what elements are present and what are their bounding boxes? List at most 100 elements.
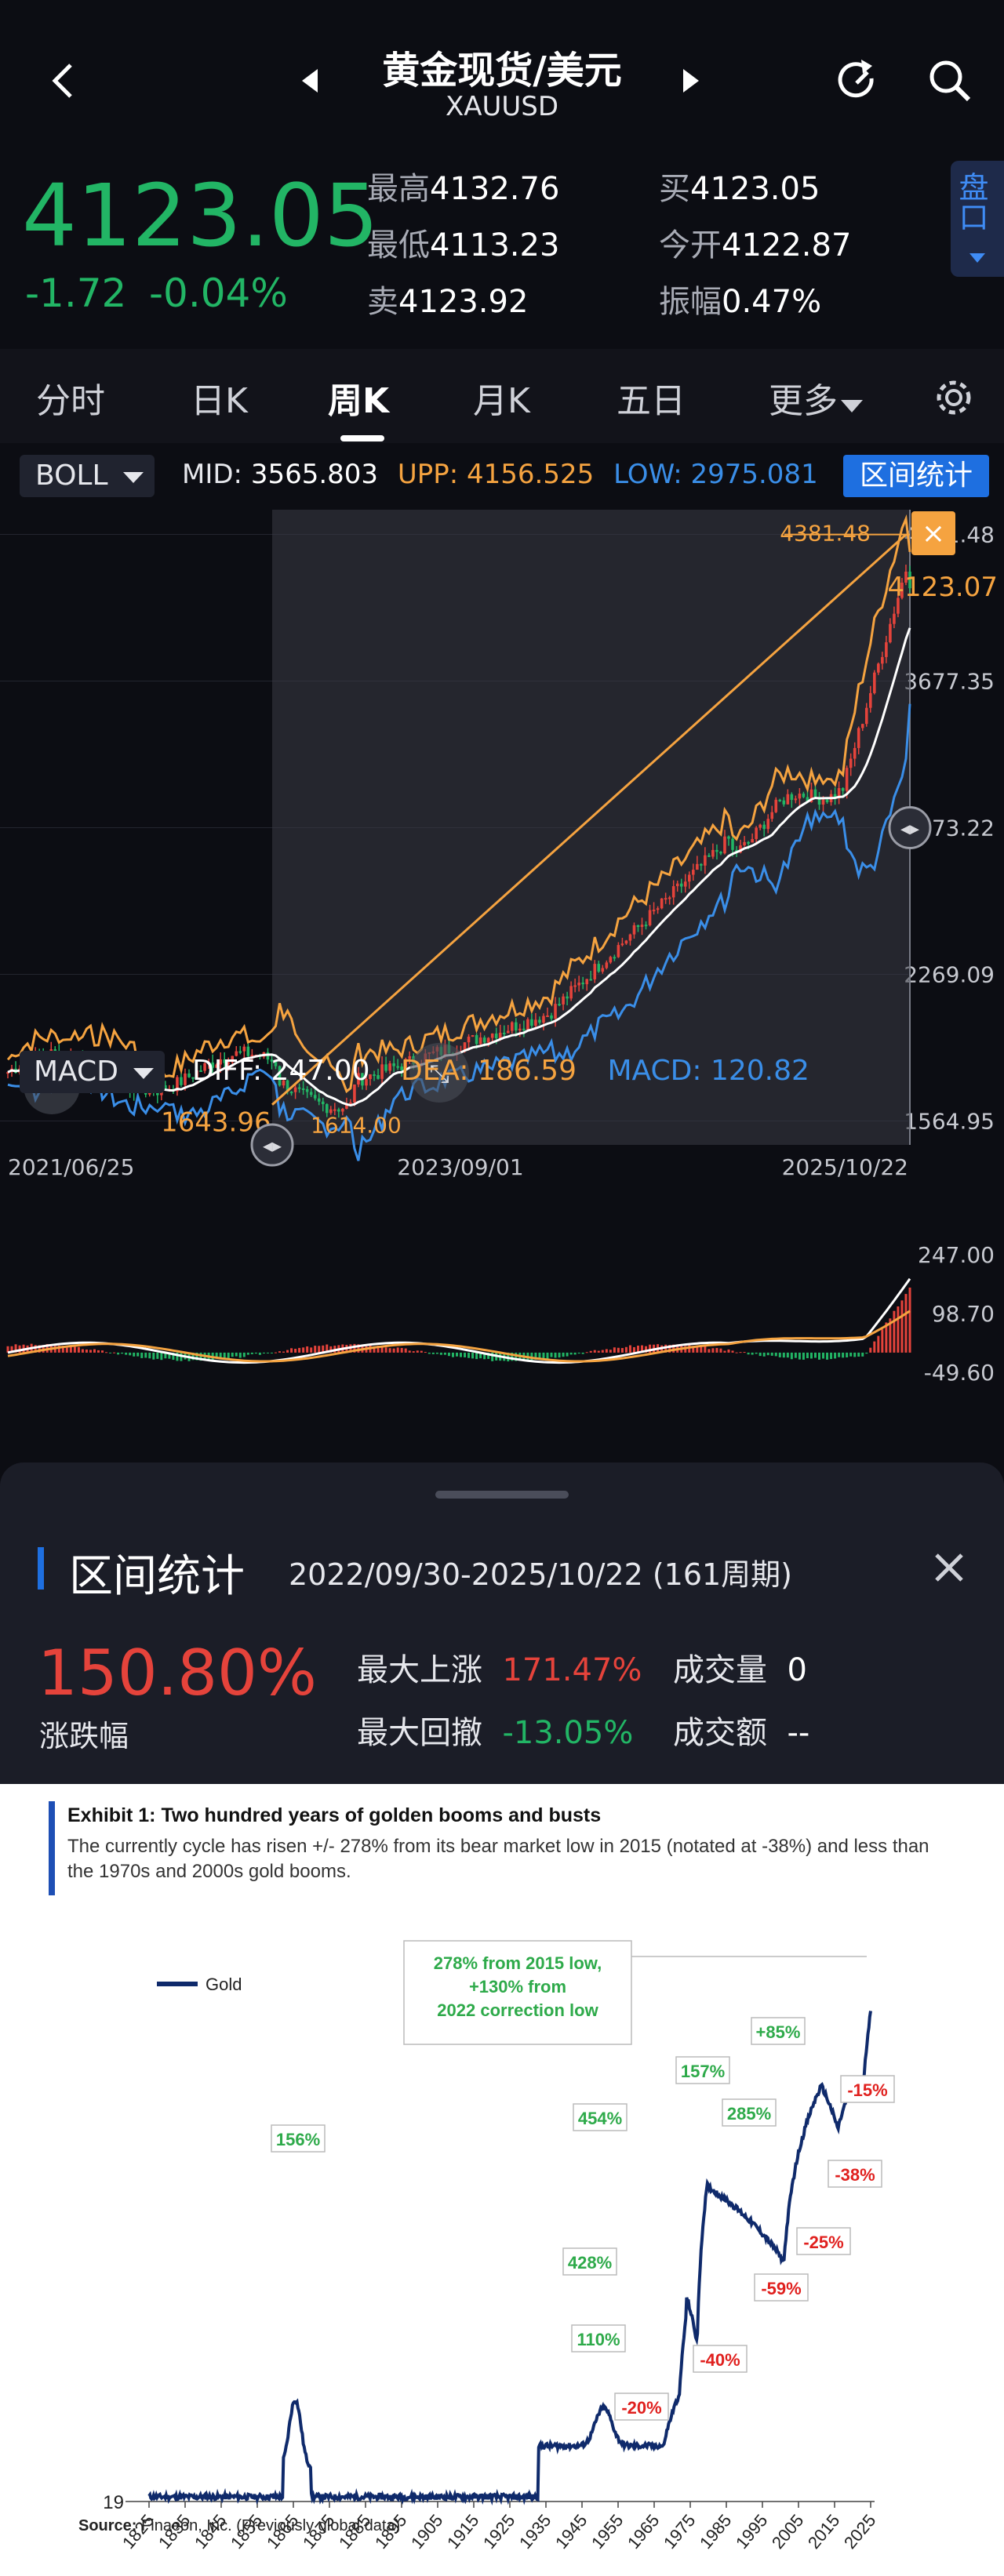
macd-histogram-bar <box>778 1352 781 1357</box>
candle-body <box>156 1092 159 1095</box>
macd-histogram-bar <box>306 1346 309 1353</box>
candle-body <box>538 1019 541 1023</box>
active-tab-indicator <box>340 435 384 441</box>
candle-body <box>700 863 703 866</box>
candle-body <box>762 824 766 830</box>
macd-histogram-bar <box>117 1352 120 1355</box>
macd-histogram-bar <box>133 1352 136 1357</box>
x-tick-label: 1925 <box>479 2511 519 2553</box>
candle-body <box>490 1033 494 1038</box>
macd-histogram-bar <box>834 1352 837 1359</box>
candle-body <box>853 747 857 759</box>
macd-histogram-bar <box>802 1352 805 1360</box>
tab-daily[interactable]: 日K <box>191 372 248 423</box>
kline-svg: 4381.483677.352973.222269.091564.954381.… <box>0 510 998 1384</box>
macd-histogram-bar <box>427 1352 431 1354</box>
macd-histogram-bar <box>412 1351 415 1353</box>
macd-histogram-bar <box>873 1341 876 1353</box>
macd-histogram-bar <box>235 1352 238 1357</box>
gold-history-exhibit: Exhibit 1: Two hundred years of golden b… <box>0 1784 1004 2576</box>
macd-histogram-bar <box>770 1352 773 1356</box>
candle-body <box>664 898 668 900</box>
macd-histogram-bar <box>85 1349 88 1353</box>
tab-monthly[interactable]: 月K <box>473 372 530 423</box>
search-icon[interactable] <box>926 56 974 105</box>
range-stats-button[interactable]: 区间统计 <box>843 455 989 497</box>
candle-body <box>581 983 584 985</box>
tab-five-day[interactable]: 五日 <box>617 372 686 423</box>
range-stats-sheet: 区间统计 2022/09/30-2025/10/22 (161周期) 150.8… <box>0 1462 1004 1784</box>
macd-histogram-bar <box>869 1347 872 1353</box>
low-marker-label: 1614.00 <box>311 1112 402 1138</box>
macd-histogram-bar <box>609 1350 612 1353</box>
macd-histogram-bar <box>129 1352 132 1356</box>
macd-histogram-bar <box>751 1352 754 1355</box>
candle-body <box>337 1109 340 1112</box>
macd-histogram-bar <box>766 1352 769 1356</box>
candle-body <box>471 1035 475 1037</box>
macd-indicator-select[interactable]: MACD <box>20 1051 165 1093</box>
macd-histogram-bar <box>881 1329 884 1353</box>
candle-body <box>353 1084 356 1103</box>
macd-histogram-bar <box>286 1350 289 1353</box>
refresh-icon[interactable] <box>833 56 882 105</box>
macd-histogram-bar <box>731 1350 734 1353</box>
macd-histogram-bar <box>849 1352 853 1357</box>
prev-symbol-icon[interactable] <box>298 67 322 94</box>
candle-body <box>341 1108 344 1112</box>
symbol-code: XAUUSD <box>445 91 559 122</box>
annotation-label: -25% <box>803 2233 843 2252</box>
tab-weekly[interactable]: 周K <box>328 372 389 423</box>
candle-body <box>719 852 722 854</box>
macd-histogram-bar <box>89 1350 92 1353</box>
order-book-tab[interactable]: 盘口 <box>951 161 1004 277</box>
back-icon[interactable] <box>47 61 78 100</box>
candle-body <box>569 986 573 999</box>
price-change-pct: -0.04% <box>149 271 288 316</box>
boll-indicator-select[interactable]: BOLL <box>20 455 155 497</box>
macd-histogram-bar <box>447 1352 450 1357</box>
candle-body <box>242 1046 246 1052</box>
macd-histogram-bar <box>455 1352 458 1357</box>
settings-gear-icon[interactable] <box>933 377 974 418</box>
x-tick-label: 1915 <box>443 2511 483 2553</box>
macd-histogram-bar <box>846 1352 849 1357</box>
macd-histogram-bar <box>605 1349 608 1353</box>
macd-histogram-bar <box>842 1352 845 1358</box>
tab-more[interactable]: 更多 <box>769 372 863 423</box>
candle-body <box>790 794 794 801</box>
candle-body <box>566 996 569 999</box>
macd-histogram-bar <box>758 1352 762 1357</box>
gold-history-chart: Gold191825183518451855186518751885189519… <box>103 1940 895 2553</box>
macd-histogram-bar <box>105 1352 108 1353</box>
candle-body <box>668 897 671 899</box>
macd-histogram-bar <box>460 1352 463 1357</box>
candle-body <box>593 964 597 979</box>
macd-histogram-bar <box>97 1350 100 1353</box>
macd-histogram-bar <box>416 1350 419 1353</box>
tab-intraday[interactable]: 分时 <box>36 372 105 423</box>
candle-body <box>589 979 593 981</box>
candle-body <box>881 656 884 664</box>
next-symbol-icon[interactable] <box>679 67 703 94</box>
candle-body <box>648 910 652 925</box>
macd-histogram-bar <box>739 1352 742 1353</box>
candle-body <box>573 985 577 987</box>
macd-histogram-bar <box>782 1352 785 1358</box>
macd-histogram-bar <box>774 1352 777 1357</box>
macd-histogram-bar <box>431 1352 435 1354</box>
macd-histogram-bar <box>467 1352 471 1358</box>
kline-chart-area[interactable]: BOLL MID: 3565.803 UPP: 4156.525 LOW: 29… <box>0 443 1004 1462</box>
macd-histogram-bar <box>593 1350 596 1353</box>
macd-histogram-bar <box>853 1352 857 1357</box>
chevron-down-icon <box>123 472 144 483</box>
candle-body <box>766 819 770 830</box>
macd-histogram-bar <box>464 1352 467 1357</box>
macd-histogram-bar <box>231 1352 234 1357</box>
candle-body <box>675 883 679 887</box>
sheet-drag-handle[interactable] <box>435 1491 569 1499</box>
candle-body <box>715 849 718 852</box>
candle-body <box>683 881 687 887</box>
close-icon[interactable] <box>933 1552 965 1583</box>
selected-range-shade <box>272 510 910 1145</box>
